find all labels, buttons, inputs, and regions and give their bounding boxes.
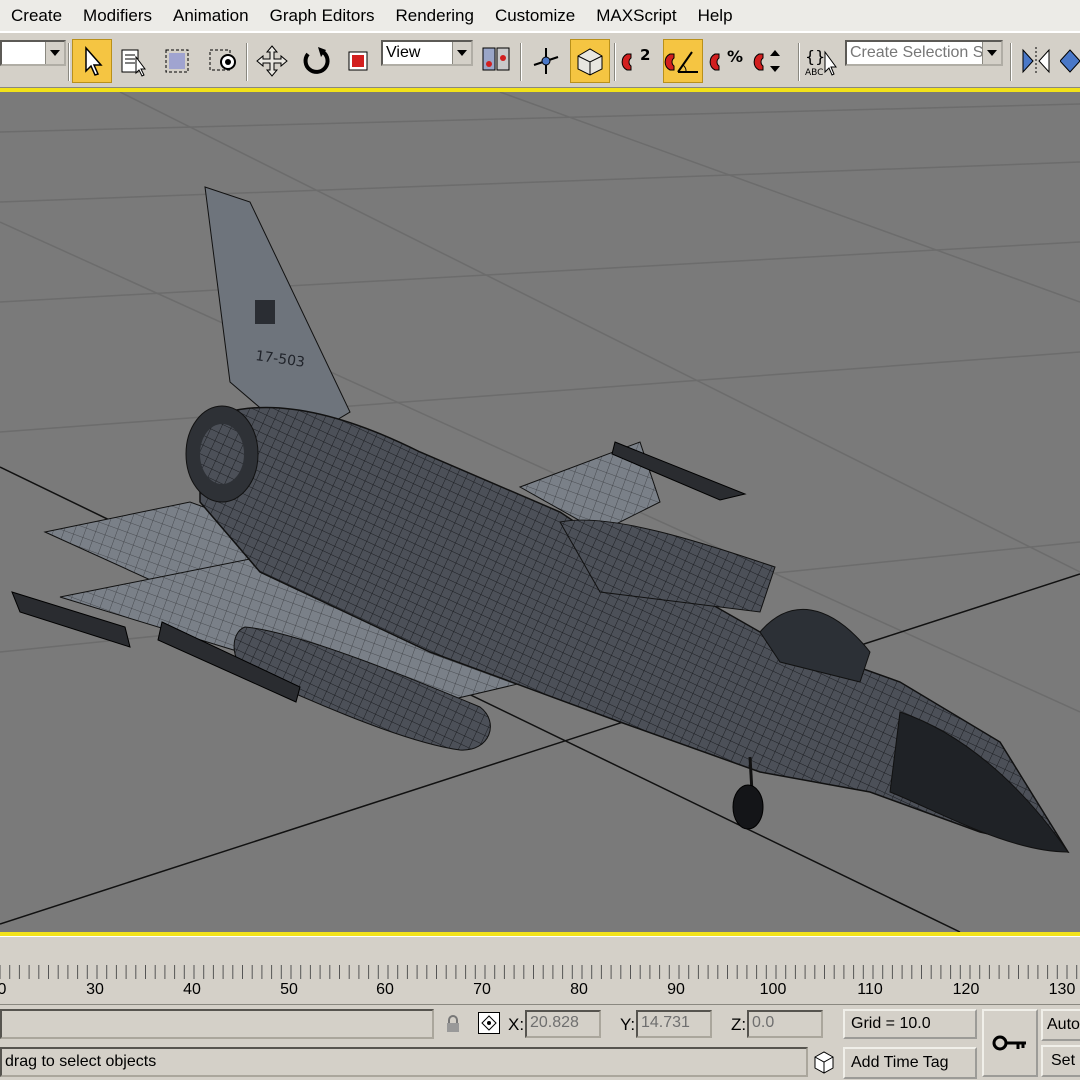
svg-text:ABC: ABC — [805, 68, 823, 78]
chevron-down-icon[interactable] — [452, 42, 471, 64]
set-key-mode-button[interactable] — [982, 1009, 1038, 1077]
menu-help[interactable]: Help — [687, 0, 743, 32]
angle-snap-button[interactable] — [663, 39, 703, 83]
named-selection-sets-dropdown[interactable]: Create Selection Set — [845, 40, 1003, 66]
menu-create[interactable]: Create — [0, 0, 72, 32]
absolute-mode-transform-icon[interactable] — [478, 1012, 500, 1034]
timeline-tick-label: 0 — [0, 981, 7, 998]
keyboard-shortcut-icon — [577, 48, 603, 76]
x-coordinate-field[interactable]: 20.828 — [525, 1010, 601, 1038]
selection-filter-dropdown[interactable] — [0, 40, 66, 66]
menu-rendering[interactable]: Rendering — [385, 0, 484, 32]
percent-snap-button[interactable]: % — [708, 39, 748, 83]
menu-maxscript[interactable]: MAXScript — [585, 0, 686, 32]
move-icon — [256, 45, 288, 77]
timeline-tick-label: 60 — [376, 981, 394, 998]
reference-coordinate-value: View — [386, 44, 421, 61]
timeline-tick-label: 110 — [857, 981, 883, 998]
spinner-snap-icon — [753, 50, 780, 72]
tail-insignia-icon — [255, 300, 275, 324]
select-by-name-icon — [121, 49, 146, 77]
svg-text:{}: {} — [805, 47, 825, 66]
window-crossing-button[interactable] — [202, 39, 242, 83]
y-coordinate-label: Y: — [620, 1015, 636, 1034]
timeline-track[interactable] — [0, 963, 1080, 981]
set-key-button[interactable]: Set K — [1041, 1045, 1080, 1077]
timeline-tick-label: 130 — [1048, 981, 1076, 998]
timeline-tick-label: 50 — [280, 981, 298, 998]
menu-graph-editors[interactable]: Graph Editors — [259, 0, 385, 32]
rotate-icon — [303, 47, 330, 74]
rectangular-selection-region-button[interactable] — [157, 39, 197, 83]
main-toolbar: View 2 % {} ABC Create Selection Set — [0, 32, 1080, 88]
select-and-scale-button[interactable] — [338, 39, 378, 83]
x-coordinate-label: X: — [508, 1015, 525, 1034]
auto-key-button[interactable]: Auto — [1041, 1009, 1080, 1041]
timeline-tick-label: 120 — [952, 981, 980, 998]
timeline-tick-label: 80 — [570, 981, 588, 998]
rectangular-selection-icon — [165, 49, 189, 73]
select-by-name-button[interactable] — [114, 39, 154, 83]
timeline-tick-label: 100 — [759, 981, 787, 998]
add-time-tag-button[interactable]: Add Time Tag — [843, 1047, 977, 1079]
y-coordinate-field[interactable]: 14.731 — [636, 1010, 712, 1038]
maxscript-listener-field[interactable] — [0, 1009, 434, 1039]
jet-fighter-model[interactable]: 17-503 — [11, 186, 1070, 854]
reference-coordinate-dropdown[interactable]: View — [381, 40, 473, 66]
prompt-line: drag to select objects — [0, 1047, 808, 1077]
z-coordinate-field[interactable]: 0.0 — [747, 1010, 823, 1038]
edit-named-selection-sets-button[interactable]: {} ABC — [802, 39, 842, 83]
select-object-icon — [85, 46, 103, 76]
menu-customize[interactable]: Customize — [484, 0, 585, 32]
selection-lock-icon[interactable] — [444, 1014, 462, 1034]
chevron-down-icon[interactable] — [982, 42, 1001, 64]
timeline-tick-label: 40 — [183, 981, 201, 998]
select-and-manipulate-button[interactable] — [526, 39, 566, 83]
menu-animation[interactable]: Animation — [162, 0, 259, 32]
named-selection-sets-placeholder: Create Selection Set — [850, 44, 997, 61]
scale-icon — [348, 51, 368, 71]
angle-snap-icon — [664, 51, 698, 73]
chevron-down-icon[interactable] — [45, 42, 64, 64]
window-crossing-icon — [209, 49, 236, 71]
align-icon — [1060, 49, 1080, 73]
snaps-toggle-button[interactable]: 2 — [620, 39, 660, 83]
mirror-icon — [1022, 47, 1050, 75]
spinner-snap-button[interactable] — [752, 39, 792, 83]
timeline-tick-label: 30 — [86, 981, 104, 998]
menu-modifiers[interactable]: Modifiers — [72, 0, 162, 32]
menu-bar: Create Modifiers Animation Graph Editors… — [0, 0, 1080, 32]
status-bar: X: 20.828 Y: 14.731 Z: 0.0 Grid = 10.0 d… — [0, 1004, 1080, 1080]
perspective-viewport[interactable]: 17-503 — [0, 88, 1080, 936]
timeline-tick-label: 90 — [667, 981, 685, 998]
time-tag-icon[interactable] — [811, 1049, 837, 1075]
mirror-button[interactable] — [1016, 39, 1056, 83]
align-button[interactable] — [1060, 39, 1080, 83]
select-and-move-button[interactable] — [252, 39, 292, 83]
select-and-rotate-button[interactable] — [296, 39, 336, 83]
timeline-tick-label: 70 — [473, 981, 491, 998]
grid-size-display: Grid = 10.0 — [843, 1009, 977, 1039]
key-icon — [992, 1035, 1026, 1051]
svg-text:%: % — [727, 47, 743, 66]
manipulate-icon — [533, 48, 559, 74]
named-selection-sets-icon: {} ABC — [805, 47, 837, 78]
z-coordinate-label: Z: — [731, 1015, 747, 1034]
percent-snap-icon: % — [709, 47, 743, 71]
pivot-point-icon — [482, 47, 510, 71]
svg-text:2: 2 — [640, 46, 650, 64]
select-object-button[interactable] — [72, 39, 112, 83]
keyboard-shortcut-override-button[interactable] — [570, 39, 610, 83]
timeline: 0 30 40 50 60 70 80 90 100 110 120 130 — [0, 936, 1080, 1004]
use-pivot-point-button[interactable] — [476, 39, 516, 83]
snap-magnet-icon: 2 — [621, 46, 650, 71]
viewport-scene: 17-503 — [0, 92, 1080, 932]
